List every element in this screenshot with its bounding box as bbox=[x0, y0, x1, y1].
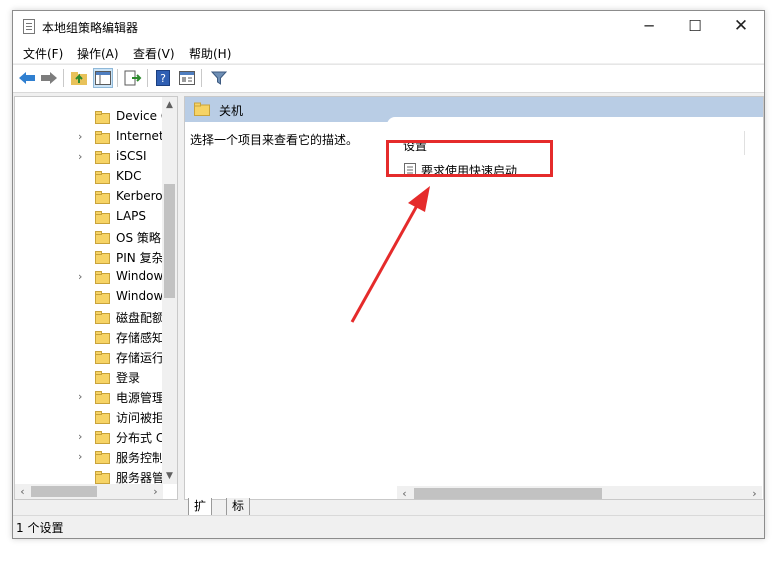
annotation-arrow-icon bbox=[350, 186, 430, 323]
